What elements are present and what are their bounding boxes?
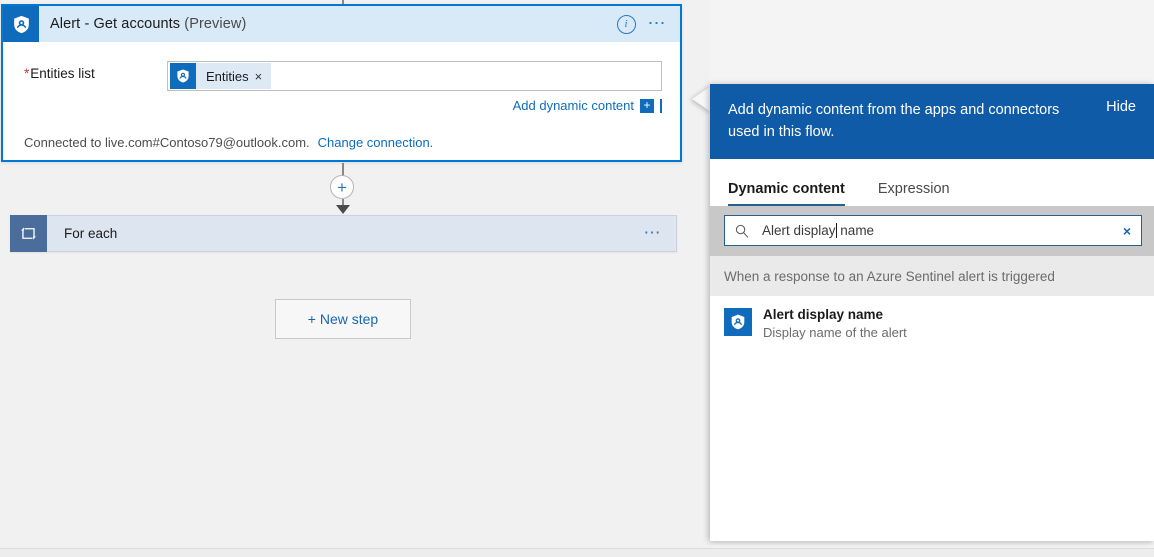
add-dynamic-content-caret bbox=[660, 98, 662, 113]
azure-sentinel-shield-icon bbox=[3, 6, 39, 42]
entities-list-field-row: *Entities list Entities × Add dynamic co… bbox=[3, 42, 680, 113]
panel-left-gutter bbox=[690, 0, 710, 556]
list-item[interactable]: Alert display name Display name of the a… bbox=[710, 297, 1154, 352]
search-icon bbox=[734, 223, 750, 239]
loop-repeat-icon bbox=[10, 215, 47, 252]
list-item-text: Alert display name Display name of the a… bbox=[763, 307, 907, 342]
entities-list-input-wrap: Entities × Add dynamic content + bbox=[167, 61, 680, 113]
add-dynamic-content-link[interactable]: Add dynamic content bbox=[513, 98, 634, 113]
action-card-alert-get-accounts[interactable]: Alert - Get accounts (Preview) i ⋯ *Enti… bbox=[1, 4, 682, 162]
add-step-icon[interactable]: + bbox=[330, 175, 354, 199]
action-card-body: *Entities list Entities × Add dynamic co… bbox=[3, 42, 680, 150]
dynamic-content-search-band: Alert display name × bbox=[710, 206, 1154, 256]
hide-panel-button[interactable]: Hide bbox=[1096, 99, 1136, 115]
dynamic-content-panel: Add dynamic content from the apps and co… bbox=[710, 84, 1154, 541]
list-item-title: Alert display name bbox=[763, 307, 884, 322]
action-card-header-actions: i ⋯ bbox=[616, 14, 681, 34]
connection-status-text: Connected to live.com#Contoso79@outlook.… bbox=[24, 135, 310, 150]
ellipsis-icon[interactable]: ⋯ bbox=[644, 224, 663, 241]
entities-list-label-text: Entities list bbox=[30, 66, 95, 81]
dynamic-token-label: Entities bbox=[206, 68, 249, 84]
dynamic-content-panel-tabs: Dynamic content Expression bbox=[710, 159, 1154, 206]
search-value-before-caret: Alert display bbox=[762, 223, 836, 238]
tab-dynamic-content[interactable]: Dynamic content bbox=[728, 181, 845, 206]
list-item-subtitle: Display name of the alert bbox=[763, 325, 907, 340]
action-card-for-each[interactable]: For each ⋯ bbox=[10, 215, 677, 252]
dynamic-content-panel-header: Add dynamic content from the apps and co… bbox=[710, 84, 1154, 159]
dynamic-content-search-input[interactable]: Alert display name × bbox=[724, 215, 1142, 246]
action-card-header[interactable]: Alert - Get accounts (Preview) i ⋯ bbox=[3, 6, 680, 42]
for-each-title: For each bbox=[64, 226, 118, 241]
dynamic-content-group-header: When a response to an Azure Sentinel ale… bbox=[710, 256, 1154, 297]
azure-sentinel-shield-icon bbox=[724, 308, 752, 336]
entities-list-input[interactable]: Entities × bbox=[167, 61, 662, 91]
new-step-button[interactable]: + New step bbox=[275, 299, 411, 339]
change-connection-link[interactable]: Change connection. bbox=[318, 135, 434, 150]
add-dynamic-content-plus-button[interactable]: + bbox=[640, 98, 654, 113]
azure-sentinel-shield-icon bbox=[170, 63, 196, 89]
add-dynamic-content-row: Add dynamic content + bbox=[167, 98, 662, 113]
info-icon[interactable]: i bbox=[616, 14, 636, 34]
clear-x-icon[interactable]: × bbox=[1123, 224, 1131, 238]
remove-token-icon[interactable]: × bbox=[255, 70, 272, 83]
search-value-after-caret: name bbox=[836, 223, 875, 238]
arrow-down-icon bbox=[336, 205, 350, 214]
ellipsis-icon[interactable]: ⋯ bbox=[648, 14, 668, 32]
panel-callout-tail bbox=[692, 86, 711, 112]
dynamic-content-panel-description: Add dynamic content from the apps and co… bbox=[728, 102, 1060, 140]
entities-list-label: *Entities list bbox=[24, 61, 167, 81]
flow-designer-canvas: Alert - Get accounts (Preview) i ⋯ *Enti… bbox=[0, 0, 1154, 557]
required-marker: * bbox=[24, 66, 30, 81]
tab-expression[interactable]: Expression bbox=[878, 181, 950, 206]
dynamic-token-entities[interactable]: Entities × bbox=[170, 63, 272, 89]
action-card-title-preview: (Preview) bbox=[184, 16, 247, 32]
action-card-title: Alert - Get accounts (Preview) bbox=[50, 16, 246, 32]
search-input-value: Alert display name bbox=[762, 223, 874, 238]
action-card-title-main: Alert - Get accounts bbox=[50, 16, 185, 32]
connection-status-row: Connected to live.com#Contoso79@outlook.… bbox=[3, 113, 680, 150]
